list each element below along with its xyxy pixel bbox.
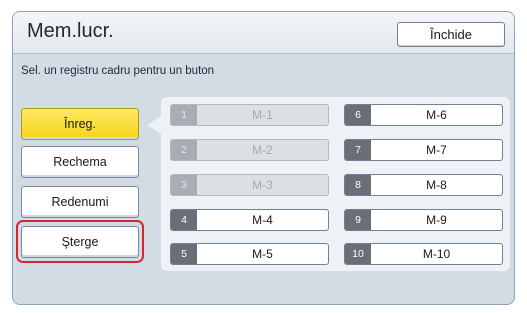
selection-pointer bbox=[147, 116, 161, 134]
memory-slot-1: 1 M-1 bbox=[170, 104, 329, 126]
memory-slot-6[interactable]: 6 M-6 bbox=[344, 104, 503, 126]
slot-number: 9 bbox=[345, 210, 371, 230]
job-memory-dialog: Mem.lucr. Închide Sel. un registru cadru… bbox=[12, 11, 515, 305]
memory-slot-panel: 1 M-1 2 M-2 3 M-3 4 M-4 5 M-5 6 M-6 7 M-… bbox=[161, 97, 510, 271]
rename-button[interactable]: Redenumi bbox=[21, 186, 139, 218]
slot-number: 4 bbox=[171, 210, 197, 230]
memory-slot-10[interactable]: 10 M-10 bbox=[344, 243, 503, 265]
dialog-title: Mem.lucr. bbox=[27, 20, 114, 42]
memory-slot-2: 2 M-2 bbox=[170, 139, 329, 161]
slot-number: 8 bbox=[345, 175, 371, 195]
memory-slot-7[interactable]: 7 M-7 bbox=[344, 139, 503, 161]
slot-number: 2 bbox=[171, 140, 197, 160]
close-button[interactable]: Închide bbox=[397, 22, 505, 47]
slot-number: 10 bbox=[345, 244, 371, 264]
slot-label: M-8 bbox=[426, 178, 447, 192]
delete-button[interactable]: Şterge bbox=[21, 226, 139, 258]
instruction-text: Sel. un registru cadru pentru un buton bbox=[21, 65, 215, 77]
slot-number: 1 bbox=[171, 105, 197, 125]
slot-label: M-6 bbox=[426, 108, 447, 122]
slot-number: 5 bbox=[171, 244, 197, 264]
memory-slot-4[interactable]: 4 M-4 bbox=[170, 209, 329, 231]
slot-number: 3 bbox=[171, 175, 197, 195]
slot-label: M-4 bbox=[252, 213, 273, 227]
slot-number: 7 bbox=[345, 140, 371, 160]
slot-label: M-7 bbox=[426, 143, 447, 157]
slot-label: M-1 bbox=[252, 108, 273, 122]
dialog-header: Mem.lucr. Închide bbox=[13, 12, 514, 54]
slot-label: M-5 bbox=[252, 247, 273, 261]
slot-number: 6 bbox=[345, 105, 371, 125]
memory-slot-8[interactable]: 8 M-8 bbox=[344, 174, 503, 196]
slot-label: M-3 bbox=[252, 178, 273, 192]
memory-slot-5[interactable]: 5 M-5 bbox=[170, 243, 329, 265]
slot-label: M-2 bbox=[252, 143, 273, 157]
slot-label: M-10 bbox=[422, 247, 451, 261]
memory-slot-9[interactable]: 9 M-9 bbox=[344, 209, 503, 231]
recall-button[interactable]: Rechema bbox=[21, 146, 139, 178]
register-button[interactable]: Înreg. bbox=[21, 108, 139, 140]
slot-label: M-9 bbox=[426, 213, 447, 227]
memory-slot-3: 3 M-3 bbox=[170, 174, 329, 196]
